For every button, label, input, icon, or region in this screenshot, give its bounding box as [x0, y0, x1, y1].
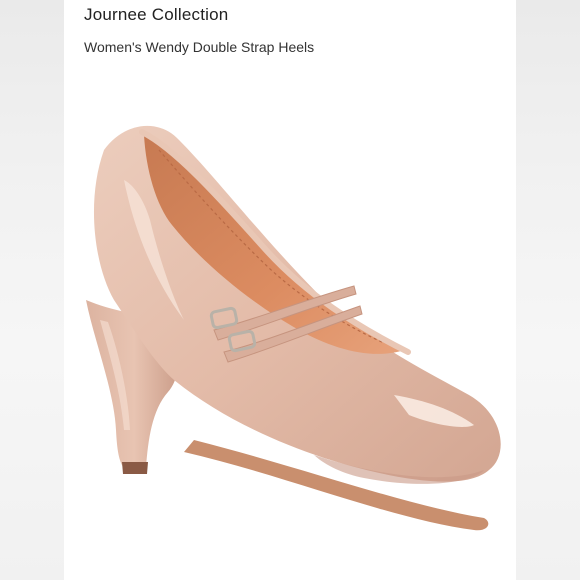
shoe-illustration [86, 125, 501, 531]
brand-name[interactable]: Journee Collection [84, 5, 228, 25]
left-edge-backdrop [0, 0, 64, 580]
product-photo[interactable] [64, 60, 516, 580]
heel-tip [122, 462, 148, 474]
shoe-group [86, 125, 501, 531]
listing-screen: Journee Collection Women's Wendy Double … [0, 0, 580, 580]
right-edge-backdrop [516, 0, 580, 580]
product-title: Women's Wendy Double Strap Heels [84, 39, 315, 55]
